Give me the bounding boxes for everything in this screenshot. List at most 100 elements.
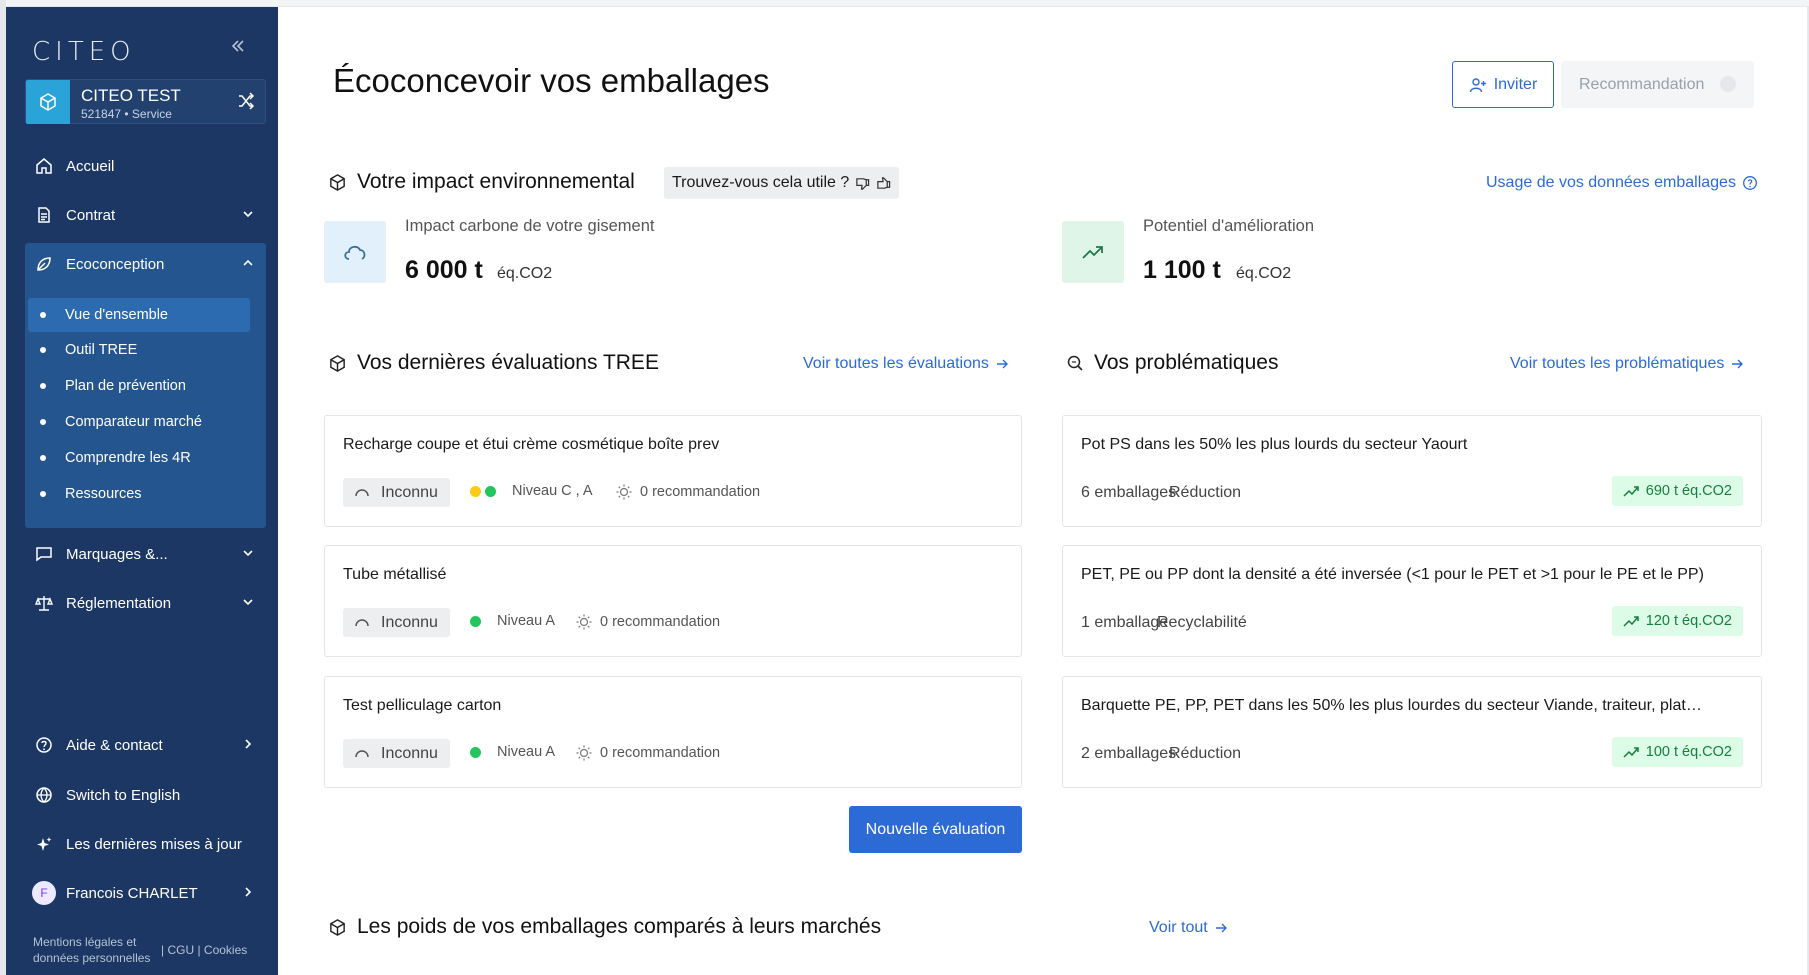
legal-mentions-link[interactable]: Mentions légales et données personnelles [33,934,163,966]
sidebar-item-marquages[interactable]: Marquages &... [25,534,266,574]
chat-icon [34,544,54,564]
problem-title: Pot PS dans les 50% les plus lourds du s… [1081,436,1468,453]
packaging-count: 2 emballages [1081,745,1177,762]
problem-title: Barquette PE, PP, PET dans les 50% les p… [1081,697,1702,714]
impact-section-title: Votre impact environnemental [328,170,635,194]
sidebar-item-ecoconception[interactable]: Ecoconception [25,244,266,284]
level-text: Niveau C , A [512,483,593,499]
help-circle-icon [34,735,54,755]
shuffle-icon[interactable] [236,91,256,116]
invite-button[interactable]: Inviter [1452,61,1554,108]
sidebar-subitem-comparateur[interactable]: Comparateur marché [28,405,250,439]
evaluations-section-title: Vos dernières évaluations TREE [328,351,659,375]
evaluation-card[interactable]: Test pelliculage carton Inconnu Niveau A… [324,676,1022,788]
sidebar-item-contrat[interactable]: Contrat [25,195,266,235]
citeo-logo[interactable]: CITEO [32,37,136,67]
sidebar-item-english[interactable]: Switch to English [25,775,266,815]
kpi-potential-unit: éq.CO2 [1236,265,1292,282]
trending-up-icon [1623,486,1639,497]
all-problems-link[interactable]: Voir toutes les problématiques [1510,355,1744,373]
sidebar-item-label: Réglementation [66,594,172,612]
see-all-weights-link[interactable]: Voir tout [1149,919,1228,937]
evaluation-title: Test pelliculage carton [343,697,502,714]
user-name: Francois CHARLET [66,884,198,902]
add-user-icon [1469,77,1486,92]
all-evaluations-link[interactable]: Voir toutes les évaluations [803,355,1009,373]
problem-category: Réduction [1169,745,1242,762]
organization-switcher[interactable]: CITEO TEST 521847 • Service [25,79,266,124]
close-icon [1720,76,1736,92]
recommendation-label: Recommandation [1579,75,1705,93]
sidebar-item-label: Contrat [66,206,116,224]
bullet [40,383,46,389]
kpi-carbon-label: Impact carbone de votre gisement [405,217,655,235]
globe-icon [34,785,54,805]
recommendation-text: 0 recommandation [640,484,761,500]
document-icon [34,205,54,225]
problem-title: PET, PE ou PP dont la densité a été inve… [1081,566,1704,583]
evaluation-title: Tube métallisé [343,566,447,583]
gain-badge: 120 t éq.CO2 [1611,606,1743,636]
collapse-sidebar-icon[interactable] [230,37,246,60]
thumbs-up-icon[interactable] [876,176,891,191]
new-evaluation-button[interactable]: Nouvelle évaluation [849,806,1022,853]
all-evaluations-label: Voir toutes les évaluations [803,355,989,372]
sidebar-item-aide[interactable]: Aide & contact [25,725,266,765]
sidebar-subitem-4r[interactable]: Comprendre les 4R [28,441,250,475]
sidebar-item-label: Accueil [66,157,115,175]
sidebar-item-user[interactable]: F Francois CHARLET [25,873,266,913]
subitem-label: Comprendre les 4R [65,450,191,466]
level-indicator: Niveau A [470,613,555,629]
sidebar-item-label: Aide & contact [66,736,163,754]
sidebar-subitem-vue-ensemble[interactable]: Vue d'ensemble [28,298,250,332]
problem-category: Recyclabilité [1157,614,1247,631]
bullet [40,455,46,461]
sidebar-item-updates[interactable]: Les dernières mises à jour [25,824,266,864]
sidebar-item-label: Marquages &... [66,545,168,563]
data-usage-link[interactable]: Usage de vos données emballages [1486,174,1758,192]
chevron-down-icon [240,594,256,614]
cloud-icon [324,221,386,283]
all-problems-label: Voir toutes les problématiques [1510,355,1725,372]
subitem-label: Vue d'ensemble [65,307,168,323]
problem-card[interactable]: Barquette PE, PP, PET dans les 50% les p… [1062,676,1762,788]
loading-icon [355,488,369,496]
impact-title-text: Votre impact environnemental [357,170,635,193]
problem-category: Réduction [1169,484,1242,501]
level-a-dot [470,615,481,627]
sidebar-item-reglementation[interactable]: Réglementation [25,583,266,623]
evaluation-card[interactable]: Tube métallisé Inconnu Niveau A 0 recomm… [324,545,1022,657]
recommendation-count: 0 recommandation [575,613,720,631]
status-badge: Inconnu [343,478,450,507]
feedback-question: Trouvez-vous cela utile ? [672,174,850,191]
level-text: Niveau A [497,613,556,629]
sidebar-item-label: Switch to English [66,786,181,804]
evaluation-title: Recharge coupe et étui crème cosmétique … [343,436,720,453]
recommendation-count: 0 recommandation [615,483,760,501]
data-usage-label: Usage de vos données emballages [1486,174,1736,191]
trending-up-icon [1062,221,1124,283]
sidebar-item-accueil[interactable]: Accueil [25,146,266,186]
sidebar-subitem-outil-tree[interactable]: Outil TREE [28,333,250,367]
window-top-bar [0,0,1809,7]
recommendation-button[interactable]: Recommandation [1561,61,1754,108]
problem-card[interactable]: Pot PS dans les 50% les plus lourds du s… [1062,415,1762,527]
box-icon [328,918,347,937]
sidebar-subitem-plan-prevention[interactable]: Plan de prévention [28,369,250,403]
recommendation-text: 0 recommandation [600,745,721,761]
thumbs-down-icon[interactable] [855,176,870,191]
subitem-label: Ressources [65,486,142,502]
problem-card[interactable]: PET, PE ou PP dont la densité a été inve… [1062,545,1762,657]
box-icon [328,173,347,192]
chevron-right-icon [240,736,256,756]
sidebar-subitem-ressources[interactable]: Ressources [28,477,250,511]
scale-icon [34,593,54,613]
gain-value: 100 t éq.CO2 [1645,744,1732,760]
evaluation-card[interactable]: Recharge coupe et étui crème cosmétique … [324,415,1022,527]
loading-icon [355,618,369,626]
level-a-dot [485,485,496,497]
chevron-down-icon [240,545,256,565]
cgu-cookies-links[interactable]: | CGU | Cookies [161,942,247,958]
level-indicator: Niveau C , A [470,483,593,499]
bullet [40,347,46,353]
